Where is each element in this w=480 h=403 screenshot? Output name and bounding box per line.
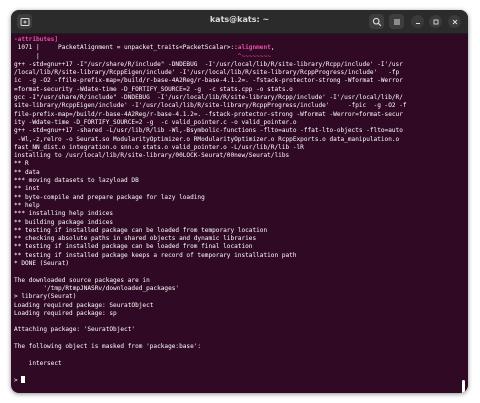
titlebar: kats@kats: ~	[11, 10, 468, 34]
search-button[interactable]	[369, 14, 384, 29]
terminal-line: installing to /usr/local/lib/R/site-libr…	[14, 152, 290, 160]
terminal-line: >	[14, 376, 458, 384]
close-icon	[452, 19, 457, 24]
terminal-line: Attaching package: 'SeuratObject'	[14, 326, 136, 334]
terminal-scrollbar[interactable]	[462, 380, 465, 393]
terminal-line: * DONE (Seurat)	[14, 260, 70, 268]
terminal-line: file-prefix-map=/build/r-base-4A2Reg/r-b…	[14, 110, 403, 118]
terminal-line: ** data	[14, 168, 40, 176]
maximize-button[interactable]	[429, 15, 442, 28]
terminal-line: gcc -I"/usr/share/R/include" -DNDEBUG -I…	[14, 94, 403, 102]
hamburger-menu-icon	[393, 19, 400, 24]
terminal-line: ity -Wdate-time -D_FORTIFY_SOURCE=2 -g -…	[14, 118, 297, 126]
terminal-line: g++ -std=gnu++17 -shared -L/usr/lib/R/li…	[14, 127, 403, 135]
terminal-line: ic -g -O2 -ffile-prefix-map=/build/r-bas…	[14, 77, 403, 85]
terminal-line: The downloaded source packages are in	[14, 276, 150, 284]
terminal-line: ** testing if installed package can be l…	[14, 226, 268, 234]
terminal-line: ** testing if installed package can be l…	[14, 243, 253, 251]
terminal-line: ** inst	[14, 185, 40, 193]
terminal-line: /local/lib/R/site-library/RcppEigen/incl…	[14, 69, 400, 77]
search-icon	[372, 17, 381, 26]
terminal-line: Loading required package: sp	[14, 309, 117, 317]
terminal-line: 1071 | PacketAlignment = unpacket_traits…	[14, 44, 275, 52]
terminal-line: ** R	[14, 160, 29, 168]
terminal-line: site-library/RcppEigen/include' -I'/usr/…	[14, 102, 407, 110]
minimize-button[interactable]	[411, 15, 424, 28]
terminal-cursor	[21, 376, 26, 384]
terminal-line: | ^~~~~~~~~	[14, 52, 271, 60]
terminal-line: The following object is masked from 'pac…	[14, 342, 202, 350]
menu-button[interactable]	[389, 14, 404, 29]
terminal-line: fast_NN_dist.o integration.o snn.o stats…	[14, 143, 304, 151]
terminal-line: intersect	[14, 359, 62, 367]
terminal-line: '/tmp/RtmpJNASRv/downloaded_packages'	[14, 284, 180, 292]
minimize-icon	[415, 22, 420, 24]
terminal-window: kats@kats: ~ -attributes] 1071 | PacketA…	[11, 10, 468, 393]
terminal-line: Loading required package: SeuratObject	[14, 301, 154, 309]
terminal-line: > library(Seurat)	[14, 293, 77, 301]
terminal-line: g++ -std=gnu++17 -I"/usr/share/R/include…	[14, 60, 403, 68]
terminal-output[interactable]: -attributes] 1071 | PacketAlignment = un…	[14, 36, 458, 391]
terminal-line: ** testing if installed package keeps a …	[14, 251, 297, 259]
terminal-line: -Wl,-z,relro -o Seurat.so ModularityOpti…	[14, 135, 400, 143]
terminal-line: ** byte-compile and prepare package for …	[14, 193, 205, 201]
terminal-line: *** moving datasets to lazyload DB	[14, 177, 139, 185]
close-button[interactable]	[448, 15, 461, 28]
terminal-line: ** help	[14, 201, 40, 209]
terminal-line: ** building package indices	[14, 218, 114, 226]
terminal-line: =format-security -Wdate-time -D_FORTIFY_…	[14, 85, 293, 93]
maximize-icon	[433, 19, 438, 24]
terminal-line: *** installing help indices	[14, 210, 114, 218]
terminal-line: ** checking absolute paths in shared obj…	[14, 235, 257, 243]
